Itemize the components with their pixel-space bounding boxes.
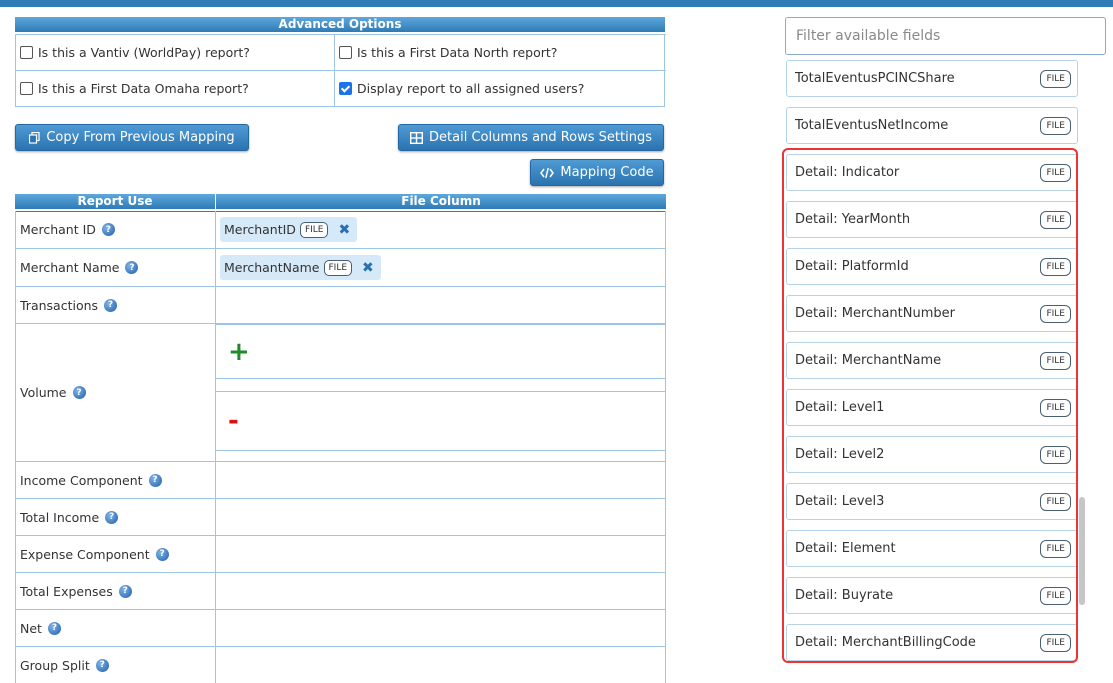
file-badge: FILE [1040, 116, 1071, 135]
help-icon[interactable]: ? [47, 621, 61, 635]
option-first-data-omaha[interactable]: Is this a First Data Omaha report? [16, 70, 334, 106]
mapped-field-chip[interactable]: MerchantID FILE ✖ [220, 217, 358, 242]
table-row: Income Component? [15, 462, 666, 499]
detail-button-label: Detail Columns and Rows Settings [429, 130, 652, 145]
option-display-all-users[interactable]: Display report to all assigned users? [334, 70, 666, 106]
help-icon[interactable]: ? [101, 223, 115, 236]
help-icon[interactable]: ? [155, 547, 169, 561]
row-label: Net [20, 620, 42, 636]
minus-icon: - [228, 406, 239, 436]
drop-zone[interactable] [216, 573, 666, 609]
option-label: Is this a Vantiv (WorldPay) report? [38, 45, 250, 60]
help-icon[interactable]: ? [125, 261, 139, 274]
detail-columns-rows-settings-button[interactable]: Detail Columns and Rows Settings [398, 124, 664, 151]
available-field-item[interactable]: TotalEventusNetIncome FILE [786, 107, 1078, 144]
option-label: Is this a First Data Omaha report? [38, 81, 249, 96]
file-badge: FILE [299, 221, 329, 238]
drop-zone[interactable] [216, 499, 666, 535]
row-label: Total Income [20, 509, 100, 525]
remove-icon[interactable]: ✖ [338, 222, 350, 238]
table-row: Merchant ID? MerchantID FILE ✖ [15, 211, 666, 249]
remove-icon[interactable]: ✖ [362, 260, 374, 276]
table-icon [410, 131, 424, 144]
table-row: Total Income? [15, 499, 666, 536]
table-row: Merchant Name? MerchantName FILE ✖ [15, 249, 666, 287]
drop-zone[interactable] [216, 647, 666, 683]
advanced-options-panel: Advanced Options Is this a Vantiv (World… [15, 17, 666, 107]
filter-fields-input[interactable]: Filter available fields [785, 17, 1106, 55]
file-column-header: File Column [216, 194, 666, 211]
drop-zone[interactable] [216, 462, 666, 498]
help-icon[interactable]: ? [72, 386, 86, 399]
option-label: Is this a First Data North report? [357, 45, 558, 60]
drop-zone[interactable] [216, 610, 666, 646]
mapping-code-button[interactable]: Mapping Code [530, 159, 664, 186]
report-use-header: Report Use [15, 194, 216, 211]
row-label: Total Expenses [20, 583, 113, 599]
help-icon[interactable]: ? [148, 473, 162, 487]
table-row: Group Split? [15, 647, 666, 683]
chip-label: MerchantName [224, 260, 320, 275]
page-header-bar [0, 0, 1113, 7]
help-icon[interactable]: ? [95, 658, 109, 672]
table-row: Total Expenses? [15, 573, 666, 610]
row-label: Merchant ID [20, 222, 96, 237]
plus-icon: + [228, 336, 250, 367]
mapping-code-label: Mapping Code [560, 165, 654, 180]
row-label: Transactions [20, 297, 99, 313]
scrollbar-thumb[interactable] [1079, 497, 1085, 605]
filter-placeholder: Filter available fields [796, 28, 941, 44]
row-label: Group Split [20, 657, 90, 673]
row-label: Merchant Name [20, 260, 120, 275]
copy-button-label: Copy From Previous Mapping [46, 130, 235, 145]
table-row: Transactions? [15, 287, 666, 324]
table-row: Volume? + - [15, 324, 666, 462]
copy-icon [29, 131, 40, 144]
volume-add-zone[interactable]: + [216, 324, 665, 379]
field-label: TotalEventusNetIncome [795, 118, 949, 133]
help-icon[interactable]: ? [118, 584, 132, 598]
row-label: Expense Component [20, 546, 150, 562]
option-label: Display report to all assigned users? [357, 81, 585, 96]
file-badge: FILE [323, 259, 353, 276]
drop-zone[interactable] [216, 287, 666, 323]
row-label: Income Component [20, 472, 143, 488]
file-badge: FILE [1040, 69, 1071, 88]
volume-subtract-zone[interactable]: - [216, 391, 665, 451]
advanced-options-header: Advanced Options [15, 17, 665, 34]
mapped-field-chip[interactable]: MerchantName FILE ✖ [220, 255, 381, 280]
chip-label: MerchantID [224, 222, 296, 237]
highlight-annotation-box [782, 148, 1078, 663]
help-icon[interactable]: ? [105, 510, 119, 524]
field-label: TotalEventusPCINCShare [795, 71, 955, 86]
drop-zone[interactable] [216, 536, 666, 572]
option-vantiv[interactable]: Is this a Vantiv (WorldPay) report? [16, 34, 334, 70]
table-row: Net? [15, 610, 666, 647]
option-first-data-north[interactable]: Is this a First Data North report? [334, 34, 666, 70]
copy-previous-mapping-button[interactable]: Copy From Previous Mapping [15, 124, 249, 151]
code-icon [540, 167, 555, 178]
display-all-users-checkbox[interactable] [339, 82, 352, 95]
mapping-table: Report Use File Column Merchant ID? Merc… [15, 194, 666, 683]
available-field-item[interactable]: TotalEventusPCINCShare FILE [786, 60, 1078, 97]
row-label: Volume [20, 385, 67, 400]
first-data-omaha-checkbox[interactable] [20, 82, 33, 95]
table-row: Expense Component? [15, 536, 666, 573]
help-icon[interactable]: ? [104, 298, 118, 312]
first-data-north-checkbox[interactable] [339, 46, 352, 59]
vantiv-checkbox[interactable] [20, 46, 33, 59]
